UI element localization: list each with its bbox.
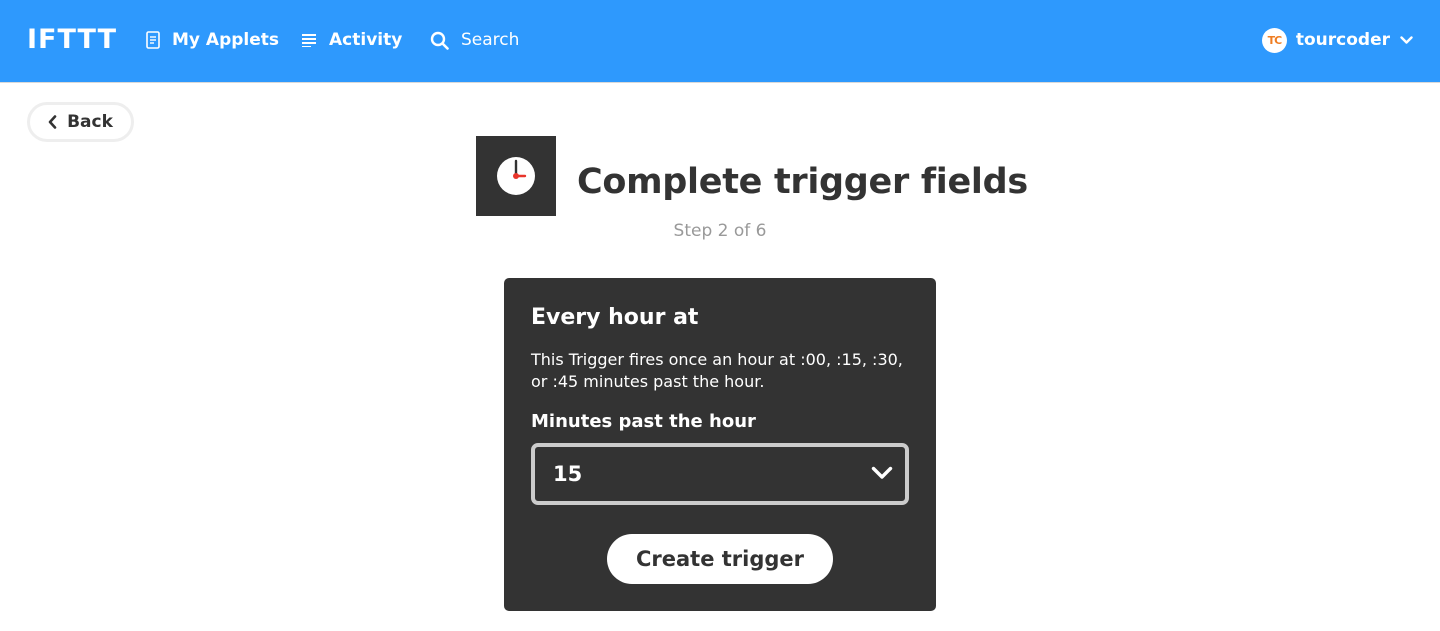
trigger-title: Every hour at: [531, 305, 699, 330]
avatar: TC: [1261, 27, 1287, 53]
minutes-select-value: 15: [553, 462, 583, 486]
minutes-field-label: Minutes past the hour: [531, 411, 756, 432]
nav-activity[interactable]: Activity: [301, 27, 402, 53]
page-title: Complete trigger fields: [577, 162, 1028, 202]
search-icon: [430, 31, 449, 50]
top-navigation-bar: IFTTT My Applets Activity Search TC tour…: [0, 0, 1440, 83]
list-icon: [301, 33, 317, 47]
chevron-left-icon: [48, 115, 57, 129]
username: tourcoder: [1295, 30, 1390, 50]
user-menu[interactable]: TC tourcoder: [1261, 27, 1413, 53]
nav-search-label: Search: [461, 30, 520, 50]
nav-activity-label: Activity: [329, 30, 403, 50]
chevron-down-icon: [871, 465, 893, 484]
chevron-down-icon: [1400, 35, 1413, 45]
document-icon: [146, 31, 160, 49]
create-trigger-button[interactable]: Create trigger: [607, 534, 833, 584]
nav-search[interactable]: Search: [430, 27, 519, 53]
step-indicator: Step 2 of 6: [673, 221, 767, 241]
clock-icon: [497, 157, 535, 195]
back-button-label: Back: [67, 112, 113, 132]
ifttt-logo[interactable]: IFTTT: [27, 26, 117, 54]
back-button[interactable]: Back: [27, 102, 134, 142]
date-time-service-icon: [476, 136, 556, 216]
nav-my-applets[interactable]: My Applets: [146, 27, 279, 53]
minutes-past-hour-select[interactable]: 15: [531, 443, 909, 505]
nav-my-applets-label: My Applets: [172, 30, 280, 50]
trigger-fields-card: Every hour at This Trigger fires once an…: [504, 278, 936, 611]
trigger-description: This Trigger fires once an hour at :00, …: [531, 350, 903, 391]
